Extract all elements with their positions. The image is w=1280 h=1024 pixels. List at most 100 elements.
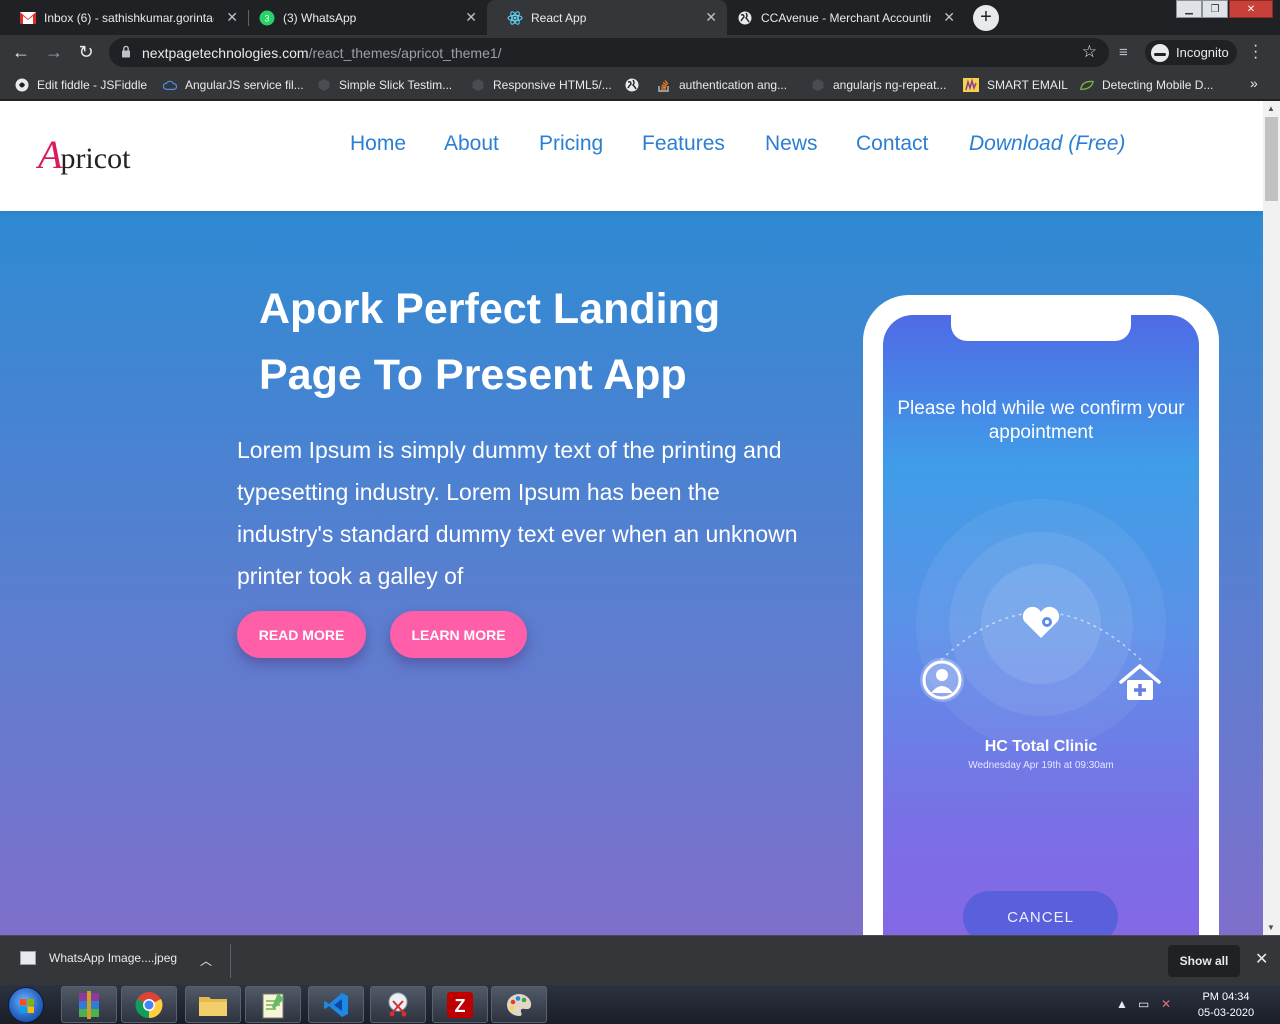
bookmark-item[interactable]: Detecting Mobile D... bbox=[1080, 76, 1213, 94]
paint-palette-icon bbox=[507, 993, 532, 1016]
taskbar-clock[interactable]: PM 04:34 05-03-2020 bbox=[1186, 989, 1266, 1021]
browser-toolbar: ← → ↻ nextpagetechnologies.com/react_the… bbox=[0, 35, 1280, 70]
forward-arrow-icon[interactable]: → bbox=[42, 41, 66, 65]
bookmark-item[interactable] bbox=[625, 76, 647, 94]
taskbar-notepad-plus-plus[interactable] bbox=[245, 986, 301, 1023]
phone-screen: Please hold while we confirm your appoin… bbox=[883, 315, 1199, 935]
tab-title: Inbox (6) - sathishkumar.gorinta@ bbox=[44, 10, 214, 25]
close-tab-icon[interactable]: ✕ bbox=[943, 9, 955, 26]
close-tab-icon[interactable]: ✕ bbox=[226, 9, 238, 26]
incognito-badge[interactable]: Incognito bbox=[1145, 40, 1237, 65]
volume-muted-icon[interactable]: ✕ bbox=[1161, 997, 1171, 1011]
site-logo[interactable]: Apricot bbox=[38, 131, 130, 178]
tab-ccavenue[interactable]: CCAvenue - Merchant Accounting ✕ bbox=[717, 0, 965, 35]
snipping-tool-icon bbox=[388, 992, 408, 1016]
tab-gmail[interactable]: Inbox (6) - sathishkumar.gorinta@ ✕ bbox=[0, 0, 248, 35]
image-file-icon bbox=[20, 951, 36, 965]
close-tab-icon[interactable]: ✕ bbox=[705, 9, 717, 26]
tab-strip: Inbox (6) - sathishkumar.gorinta@ ✕ 3 (3… bbox=[0, 0, 1280, 35]
minimize-window-button[interactable]: ▁ bbox=[1176, 0, 1202, 18]
globe-icon bbox=[625, 78, 639, 92]
bookmark-item[interactable]: angularjs ng-repeat... bbox=[811, 76, 946, 94]
taskbar-vscode[interactable] bbox=[308, 986, 364, 1023]
bookmark-label: Simple Slick Testim... bbox=[339, 78, 453, 92]
windows-logo-icon bbox=[20, 999, 34, 1013]
scrollbar-thumb[interactable] bbox=[1265, 117, 1278, 201]
nav-features[interactable]: Features bbox=[642, 132, 725, 156]
bookmark-item[interactable]: SMART EMAIL bbox=[963, 76, 1068, 94]
download-separator bbox=[230, 944, 231, 978]
filezilla-icon: Z bbox=[447, 991, 473, 1018]
read-more-button[interactable]: READ MORE bbox=[237, 611, 366, 658]
reload-icon[interactable]: ↻ bbox=[74, 41, 98, 65]
action-center-icon[interactable]: ▭ bbox=[1138, 997, 1149, 1011]
nav-pricing[interactable]: Pricing bbox=[539, 132, 603, 156]
hero-section: Apork Perfect Landing Page To Present Ap… bbox=[0, 211, 1263, 935]
page-scrollbar[interactable]: ▲ ▼ bbox=[1263, 101, 1280, 935]
taskbar-snipping-tool[interactable] bbox=[370, 986, 426, 1023]
bookmark-item[interactable]: Simple Slick Testim... bbox=[317, 76, 452, 94]
address-bar[interactable]: nextpagetechnologies.com/react_themes/ap… bbox=[109, 38, 1109, 67]
page-viewport: Apricot Home About Pricing Features News… bbox=[0, 101, 1263, 935]
cancel-appointment-button[interactable]: CANCEL bbox=[963, 891, 1118, 935]
tab-react-app[interactable]: React App ✕ bbox=[487, 0, 727, 35]
nav-contact[interactable]: Contact bbox=[856, 132, 928, 156]
scroll-down-arrow-icon[interactable]: ▼ bbox=[1267, 923, 1275, 932]
taskbar-chrome[interactable] bbox=[121, 986, 177, 1023]
close-shelf-icon[interactable]: ✕ bbox=[1255, 949, 1268, 969]
media-queue-icon[interactable]: ≡ bbox=[1119, 44, 1128, 61]
clock-date: 05-03-2020 bbox=[1197, 1007, 1255, 1019]
download-shelf: WhatsApp Image....jpeg ︿ Show all ✕ bbox=[0, 935, 1280, 985]
bookmark-label: AngularJS service fil... bbox=[185, 78, 304, 92]
close-window-button[interactable]: ✕ bbox=[1229, 0, 1273, 18]
download-item[interactable]: WhatsApp Image....jpeg bbox=[20, 951, 177, 965]
download-filename: WhatsApp Image....jpeg bbox=[49, 951, 178, 965]
bookmark-star-icon[interactable]: ☆ bbox=[1082, 42, 1097, 62]
gmail-icon bbox=[20, 10, 36, 26]
nav-download[interactable]: Download (Free) bbox=[969, 132, 1125, 156]
scroll-up-arrow-icon[interactable]: ▲ bbox=[1267, 104, 1275, 113]
stackoverflow-icon bbox=[657, 78, 671, 92]
taskbar-file-explorer[interactable] bbox=[185, 986, 241, 1023]
new-tab-button[interactable]: + bbox=[973, 5, 999, 31]
url-domain: nextpagetechnologies.com bbox=[142, 45, 309, 61]
taskbar-filezilla[interactable]: Z bbox=[432, 986, 488, 1023]
taskbar-paint[interactable] bbox=[491, 986, 547, 1023]
hexagon-icon bbox=[317, 78, 331, 92]
nav-home[interactable]: Home bbox=[350, 132, 406, 156]
tab-whatsapp[interactable]: 3 (3) WhatsApp ✕ bbox=[239, 0, 487, 35]
vscode-icon bbox=[324, 992, 348, 1017]
taskbar-winrar[interactable] bbox=[61, 986, 117, 1023]
show-all-downloads-button[interactable]: Show all bbox=[1168, 945, 1240, 977]
learn-more-button[interactable]: LEARN MORE bbox=[390, 611, 527, 658]
maximize-window-button[interactable]: ❐ bbox=[1202, 0, 1228, 18]
smart-email-icon bbox=[963, 78, 979, 92]
bookmark-item[interactable]: authentication ang... bbox=[657, 76, 787, 94]
winrar-icon bbox=[79, 990, 99, 1019]
bookmark-item[interactable]: AngularJS service fil... bbox=[163, 76, 304, 94]
phone-mockup: Please hold while we confirm your appoin… bbox=[863, 295, 1219, 935]
start-button[interactable] bbox=[8, 987, 44, 1023]
tab-title: CCAvenue - Merchant Accounting bbox=[761, 10, 931, 25]
bookmark-label: authentication ang... bbox=[679, 78, 788, 92]
lock-icon bbox=[122, 45, 130, 58]
nav-about[interactable]: About bbox=[444, 132, 499, 156]
clock-time: PM 04:34 bbox=[1202, 991, 1250, 1003]
svg-text:3: 3 bbox=[264, 13, 269, 23]
patient-icon bbox=[920, 658, 964, 702]
bookmark-item[interactable]: Responsive HTML5/... bbox=[471, 76, 612, 94]
logo-text: pricot bbox=[60, 142, 131, 175]
back-arrow-icon[interactable]: ← bbox=[9, 41, 33, 65]
appointment-datetime: Wednesday Apr 19th at 09:30am bbox=[968, 760, 1114, 771]
browser-menu-icon[interactable]: · · · bbox=[1253, 38, 1258, 66]
show-hidden-icons-arrow[interactable]: ▲ bbox=[1116, 997, 1128, 1011]
nav-news[interactable]: News bbox=[765, 132, 818, 156]
chrome-icon bbox=[135, 991, 163, 1018]
clinic-name: HC Total Clinic bbox=[984, 738, 1098, 755]
bookmark-item[interactable]: Edit fiddle - JSFiddle bbox=[15, 76, 147, 94]
bookmarks-overflow-button[interactable]: » bbox=[1250, 75, 1258, 91]
close-tab-icon[interactable]: ✕ bbox=[465, 9, 477, 26]
clinic-home-icon bbox=[1119, 664, 1161, 700]
chevron-up-icon[interactable]: ︿ bbox=[200, 952, 212, 969]
heart-icon bbox=[1022, 606, 1060, 638]
